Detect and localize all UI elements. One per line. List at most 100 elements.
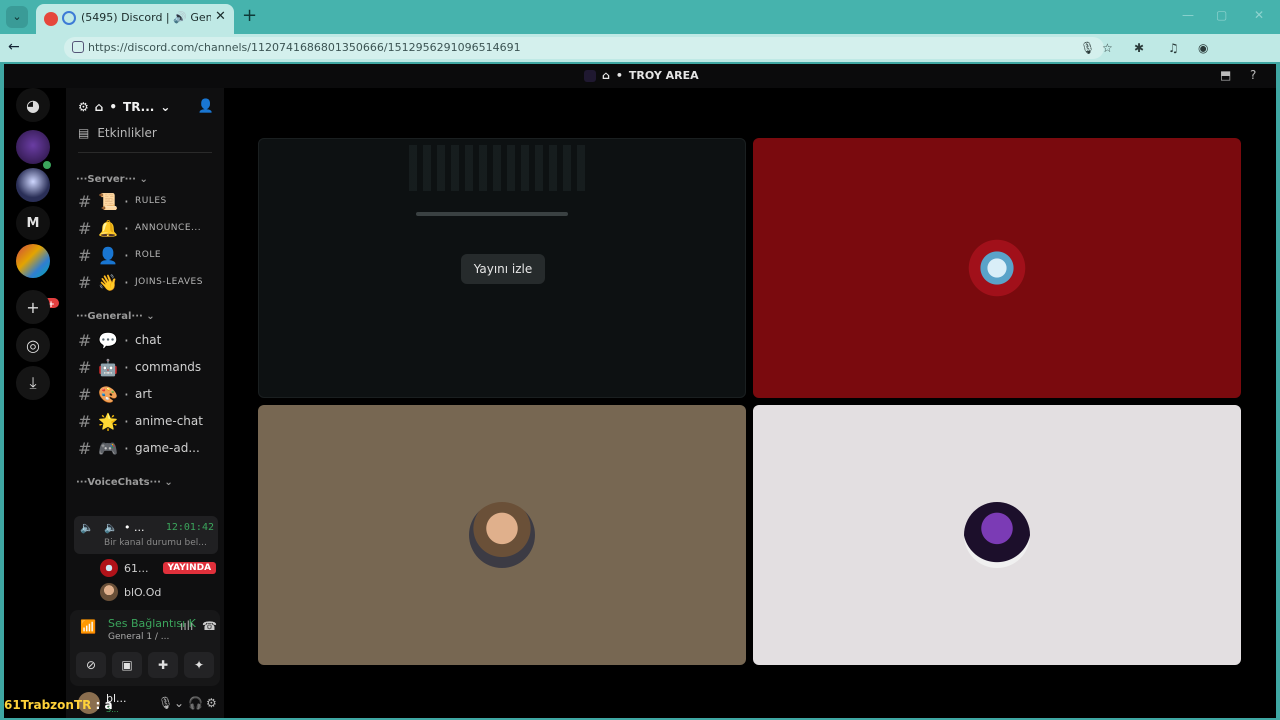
voice-connection-panel: 📶 Ses Bağlantısı K General 1 / ... ıılı … <box>70 610 220 686</box>
voice-channel-name: • ... <box>124 521 145 534</box>
channel-anime-chat[interactable]: # 🌟 · anime-chat <box>78 410 218 432</box>
category-server[interactable]: ···Server··· ⌄ <box>76 174 148 185</box>
close-tab-icon[interactable]: ✕ <box>215 9 226 24</box>
channel-commands[interactable]: # 🤖 · commands <box>78 356 218 378</box>
headphones-icon[interactable]: 🎧 <box>188 696 203 710</box>
gear-icon: ⚙ <box>78 100 89 114</box>
emoji-icon: 📜 <box>98 191 118 211</box>
chevron-down-icon[interactable]: ⌄ <box>174 696 184 710</box>
rules-icon: ⌂ <box>602 69 610 82</box>
url-text: https://discord.com/channels/11207416868… <box>88 41 521 54</box>
mic-icon[interactable]: 🎙 <box>1080 41 1095 55</box>
tab-title: (5495) Discord | 🔊 General <box>81 11 211 24</box>
voice-user[interactable]: 61... YAYINDA <box>100 558 217 578</box>
voice-stage: Yayını izle <box>224 88 1276 718</box>
category-voicechats[interactable]: ···VoiceChats··· ⌄ <box>76 477 173 488</box>
settings-icon[interactable]: ⚙ <box>206 696 217 710</box>
avatar <box>100 559 118 577</box>
voice-channel-status[interactable]: Bir kanal durumu bel... <box>104 538 214 548</box>
overlay-user: 61TrabzonTR <box>4 698 92 712</box>
stream-preview <box>409 145 589 191</box>
media-icon[interactable]: ♫ <box>1168 41 1179 55</box>
channel-joins-leaves[interactable]: # 👋 · JOINS-LEAVES <box>78 271 218 293</box>
channel-game-ad[interactable]: # 🎮 · game-ad... <box>78 437 218 459</box>
chevron-down-icon: ⌄ <box>160 100 171 114</box>
favicon-icon <box>44 12 58 26</box>
star-icon[interactable]: ☆ <box>1102 41 1113 55</box>
favicon-ring-icon <box>62 11 76 25</box>
participant-tile[interactable] <box>258 405 746 665</box>
divider <box>78 152 212 153</box>
activities-icon[interactable]: ✚ <box>148 652 178 678</box>
url-field[interactable]: https://discord.com/channels/11207416868… <box>64 37 1104 59</box>
download-icon[interactable]: ⤓ <box>16 366 50 400</box>
watch-stream-button[interactable]: Yayını izle <box>461 254 545 284</box>
extension-icon[interactable]: ✱ <box>1134 41 1144 55</box>
participant-tile[interactable] <box>753 138 1241 398</box>
invite-icon[interactable]: 👤 <box>198 99 214 114</box>
server-name: TR... <box>123 100 155 114</box>
hash-icon: # <box>78 384 92 404</box>
server-m-icon[interactable]: M <box>16 206 50 240</box>
channel-chat[interactable]: # 💬 · chat <box>78 329 218 351</box>
avatar <box>100 583 118 601</box>
back-icon[interactable]: ← <box>8 39 20 55</box>
profile-icon[interactable]: ◉ <box>1198 41 1208 55</box>
new-tab-button[interactable]: + <box>242 5 257 26</box>
site-info-icon[interactable] <box>72 41 84 53</box>
soundboard-icon[interactable]: ✦ <box>184 652 214 678</box>
help-icon[interactable]: ? <box>1250 68 1256 82</box>
emoji-icon: 🌟 <box>98 411 118 431</box>
avatar <box>964 235 1030 301</box>
live-badge: YAYINDA <box>162 562 217 574</box>
overlay-message: : a <box>91 698 113 712</box>
inbox-icon[interactable]: ⬒ <box>1220 68 1231 82</box>
emoji-icon: 👤 <box>98 245 118 265</box>
voice-connected-channel[interactable]: General 1 / ... <box>108 632 196 642</box>
voice-user[interactable]: blO.Od <box>100 582 161 602</box>
close-window-icon[interactable]: ✕ <box>1254 8 1264 22</box>
channel-art[interactable]: # 🎨 · art <box>78 383 218 405</box>
emoji-icon: 🎨 <box>98 384 118 404</box>
calendar-icon: ▤ <box>78 126 90 140</box>
hash-icon: # <box>78 411 92 431</box>
hash-icon: # <box>78 245 92 265</box>
voice-channel-timer: 12:01:42 <box>165 522 214 533</box>
mic-icon[interactable]: 🎙 <box>158 696 173 710</box>
server-folder-icon[interactable] <box>16 244 50 278</box>
server-mini-icon <box>584 69 596 82</box>
app-titlebar: ⌂ • TROY AREA ⬒ ? <box>4 64 1276 88</box>
disconnect-icon[interactable]: ☎ <box>202 619 217 633</box>
channel-announcements[interactable]: # 🔔 · ANNOUNCE... <box>78 217 218 239</box>
emoji-icon: 💬 <box>98 330 118 350</box>
browser-tab[interactable]: (5495) Discord | 🔊 General ✕ <box>36 4 234 34</box>
server-header[interactable]: ⚙ ⌂ • TR... ⌄ 👤 <box>66 88 224 126</box>
participant-tile[interactable] <box>753 405 1241 665</box>
channel-rules[interactable]: # 📜 · RULES <box>78 190 218 212</box>
events-link[interactable]: ▤ Etkinlikler <box>78 126 157 140</box>
stream-tile[interactable]: Yayını izle <box>258 138 746 398</box>
add-server-icon[interactable]: + <box>16 290 50 324</box>
noise-suppression-icon[interactable]: ıılı <box>180 619 193 633</box>
speaker-icon: 🔈 <box>104 521 118 534</box>
speaker-icon: 🔈 <box>80 521 94 534</box>
chat-overlay: 61TrabzonTR : a <box>4 698 113 712</box>
discord-home-icon[interactable]: ◕ <box>16 88 50 122</box>
discover-icon[interactable]: ◎ <box>16 328 50 362</box>
camera-off-icon[interactable]: ⊘ <box>76 652 106 678</box>
channel-role[interactable]: # 👤 · ROLE <box>78 244 218 266</box>
server-notification-badge <box>41 159 53 171</box>
maximize-icon[interactable]: ▢ <box>1216 8 1227 22</box>
category-general[interactable]: ···General··· ⌄ <box>76 311 155 322</box>
minimize-icon[interactable]: — <box>1182 8 1194 22</box>
voice-channel[interactable]: 🔈 🔈 • ... 12:01:42 Bir kanal durumu bel.… <box>74 516 218 554</box>
emoji-icon: 🎮 <box>98 438 118 458</box>
server-icon[interactable] <box>16 168 50 202</box>
channel-sidebar: ⚙ ⌂ • TR... ⌄ 👤 ▤ Etkinlikler ···Server·… <box>66 88 224 718</box>
signal-icon[interactable]: 📶 <box>80 620 96 635</box>
screen-share-icon[interactable]: ▣ <box>112 652 142 678</box>
hash-icon: # <box>78 438 92 458</box>
tab-list-chevron-icon[interactable]: ⌄ <box>6 6 28 28</box>
avatar <box>964 502 1030 568</box>
window-title: ⌂ • TROY AREA <box>584 69 699 82</box>
